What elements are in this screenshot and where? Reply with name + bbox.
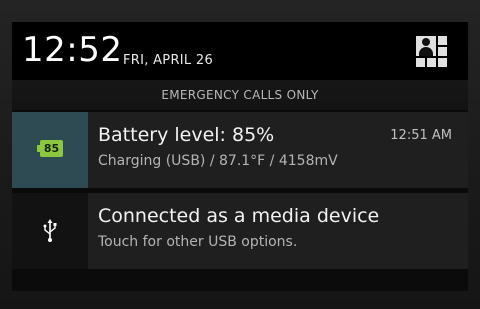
emergency-calls-banner: EMERGENCY CALLS ONLY [12, 80, 468, 110]
quick-settings-icon[interactable] [416, 36, 448, 68]
user-avatar-icon [416, 36, 436, 56]
notification-title: Battery level: 85% [98, 124, 275, 146]
notification-title: Connected as a media device [98, 205, 380, 227]
notification-time: 12:51 AM [390, 128, 452, 143]
battery-icon: 85 [37, 140, 63, 157]
usb-notification[interactable]: Connected as a media device Touch for ot… [12, 193, 468, 269]
notification-shade: 12:52 FRI, APRIL 26 EMERGENCY CALLS ONLY… [12, 22, 468, 291]
battery-level-badge: 85 [40, 140, 63, 157]
grid-cell [438, 58, 447, 67]
notification-subtitle: Charging (USB) / 87.1°F / 4158mV [98, 153, 338, 169]
usb-notification-icon-tile [12, 193, 88, 269]
grid-cell [427, 58, 436, 67]
battery-notification-icon-tile: 85 [12, 112, 88, 188]
shade-bottom-area [12, 270, 468, 291]
grid-cell [416, 58, 425, 67]
clock-time: 12:52 [22, 30, 123, 70]
battery-notification[interactable]: 85 Battery level: 85% Charging (USB) / 8… [12, 112, 468, 188]
clock-date: FRI, APRIL 26 [123, 53, 214, 68]
grid-cell [438, 47, 447, 56]
grid-cell [438, 36, 447, 45]
shade-header: 12:52 FRI, APRIL 26 [12, 22, 468, 80]
usb-icon [43, 219, 57, 242]
notification-subtitle: Touch for other USB options. [98, 234, 298, 250]
